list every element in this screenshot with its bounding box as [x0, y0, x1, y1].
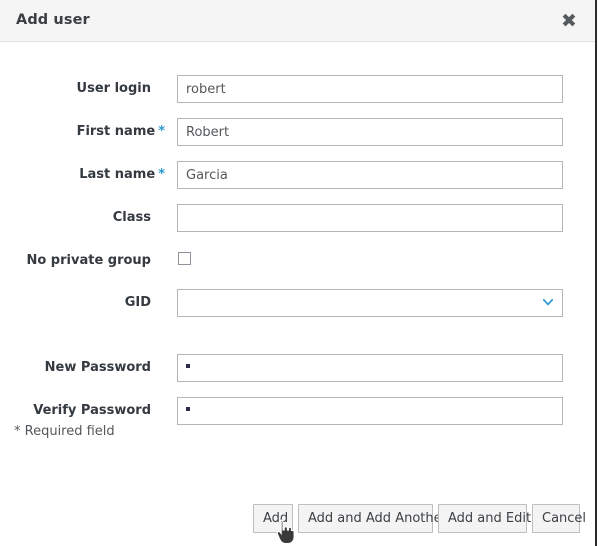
- form-row-user-login: User login: [0, 75, 597, 103]
- label-last-name: Last name *: [0, 161, 165, 189]
- label-gid: GID: [124, 295, 151, 310]
- label-first-name-text: First name: [76, 124, 156, 139]
- form-row-first-name: First name *: [0, 118, 597, 146]
- required-field-note: * Required field: [14, 424, 115, 439]
- cancel-button[interactable]: Cancel: [532, 504, 586, 533]
- form-row-new-password: New Password: [0, 354, 597, 382]
- label-user-login: User login: [76, 81, 151, 96]
- add-and-edit-button[interactable]: Add and Edit: [438, 504, 531, 533]
- form-row-verify-password: Verify Password: [0, 397, 597, 425]
- label-no-private-group: No private group: [26, 253, 151, 268]
- no-private-group-checkbox[interactable]: [178, 252, 191, 265]
- label-first-name: First name *: [0, 118, 165, 146]
- close-icon[interactable]: ✖: [557, 9, 581, 33]
- user-login-input[interactable]: [177, 75, 563, 103]
- form-row-no-private-group: No private group: [0, 247, 597, 275]
- password-dot: [186, 364, 190, 368]
- add-button[interactable]: Add: [253, 504, 293, 533]
- chevron-down-icon: [543, 299, 553, 306]
- new-password-input[interactable]: [177, 354, 563, 382]
- form-row-class: Class: [0, 204, 597, 232]
- dialog-footer-buttons: Add Add and Add Another Add and Edit Can…: [0, 504, 597, 534]
- required-marker-last-name: *: [158, 167, 165, 182]
- password-dot: [186, 407, 190, 411]
- gid-select[interactable]: [177, 289, 563, 317]
- label-last-name-text: Last name: [79, 167, 156, 182]
- required-marker-first-name: *: [158, 124, 165, 139]
- first-name-input[interactable]: [177, 118, 563, 146]
- dialog-body: User login First name* Last name* Class …: [0, 42, 595, 546]
- form-row-last-name: Last name *: [0, 161, 597, 189]
- class-input[interactable]: [177, 204, 563, 232]
- last-name-input[interactable]: [177, 161, 563, 189]
- dialog-header: Add user ✖: [0, 0, 595, 42]
- verify-password-input[interactable]: [177, 397, 563, 425]
- add-and-add-another-button[interactable]: Add and Add Another: [298, 504, 447, 533]
- dialog-title: Add user: [16, 12, 90, 28]
- label-verify-password: Verify Password: [33, 403, 151, 418]
- add-user-dialog: Add user ✖ User login First name* Last n…: [0, 0, 597, 546]
- form-row-gid: GID: [0, 289, 597, 317]
- label-new-password: New Password: [44, 360, 151, 375]
- label-class: Class: [112, 210, 151, 225]
